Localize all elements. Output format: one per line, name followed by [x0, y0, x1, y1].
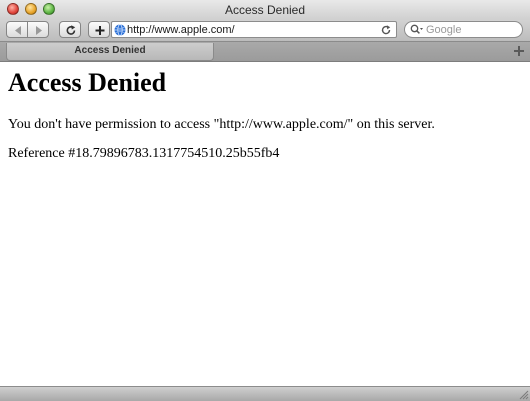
forward-arrow-icon [36, 26, 42, 35]
globe-icon [114, 24, 126, 36]
search-input[interactable] [426, 23, 518, 37]
reload-button[interactable] [59, 21, 81, 38]
window-title: Access Denied [224, 3, 306, 17]
add-bookmark-button[interactable] [88, 21, 110, 38]
title-bar: Access Denied [0, 0, 530, 21]
new-tab-button[interactable] [514, 46, 524, 56]
address-bar[interactable] [111, 21, 397, 38]
back-arrow-icon [15, 26, 21, 35]
error-message: You don't have permission to access "htt… [8, 117, 435, 132]
reload-icon [66, 25, 76, 35]
status-bar [0, 386, 530, 401]
browser-window: Access Denied http://www.apple.com/ Goog… [0, 0, 530, 401]
back-button[interactable] [6, 21, 28, 38]
search-field[interactable] [404, 21, 523, 38]
tab-access-denied[interactable]: Access Denied [6, 43, 214, 61]
tab-bar: Access Denied [0, 41, 530, 62]
resize-grip-icon[interactable] [518, 389, 529, 400]
page-heading: Access Denied [8, 68, 167, 97]
forward-button[interactable] [27, 21, 49, 38]
toolbar [0, 20, 530, 41]
page-content: Access Denied You don't have permission … [0, 62, 530, 386]
tab-label: Access Denied [74, 45, 146, 56]
plus-icon [95, 26, 105, 35]
address-reload-icon[interactable] [380, 24, 392, 36]
url-field[interactable] [127, 23, 375, 37]
magnifier-icon [410, 24, 423, 34]
reference-number: Reference #18.79896783.1317754510.25b55f… [8, 146, 280, 161]
